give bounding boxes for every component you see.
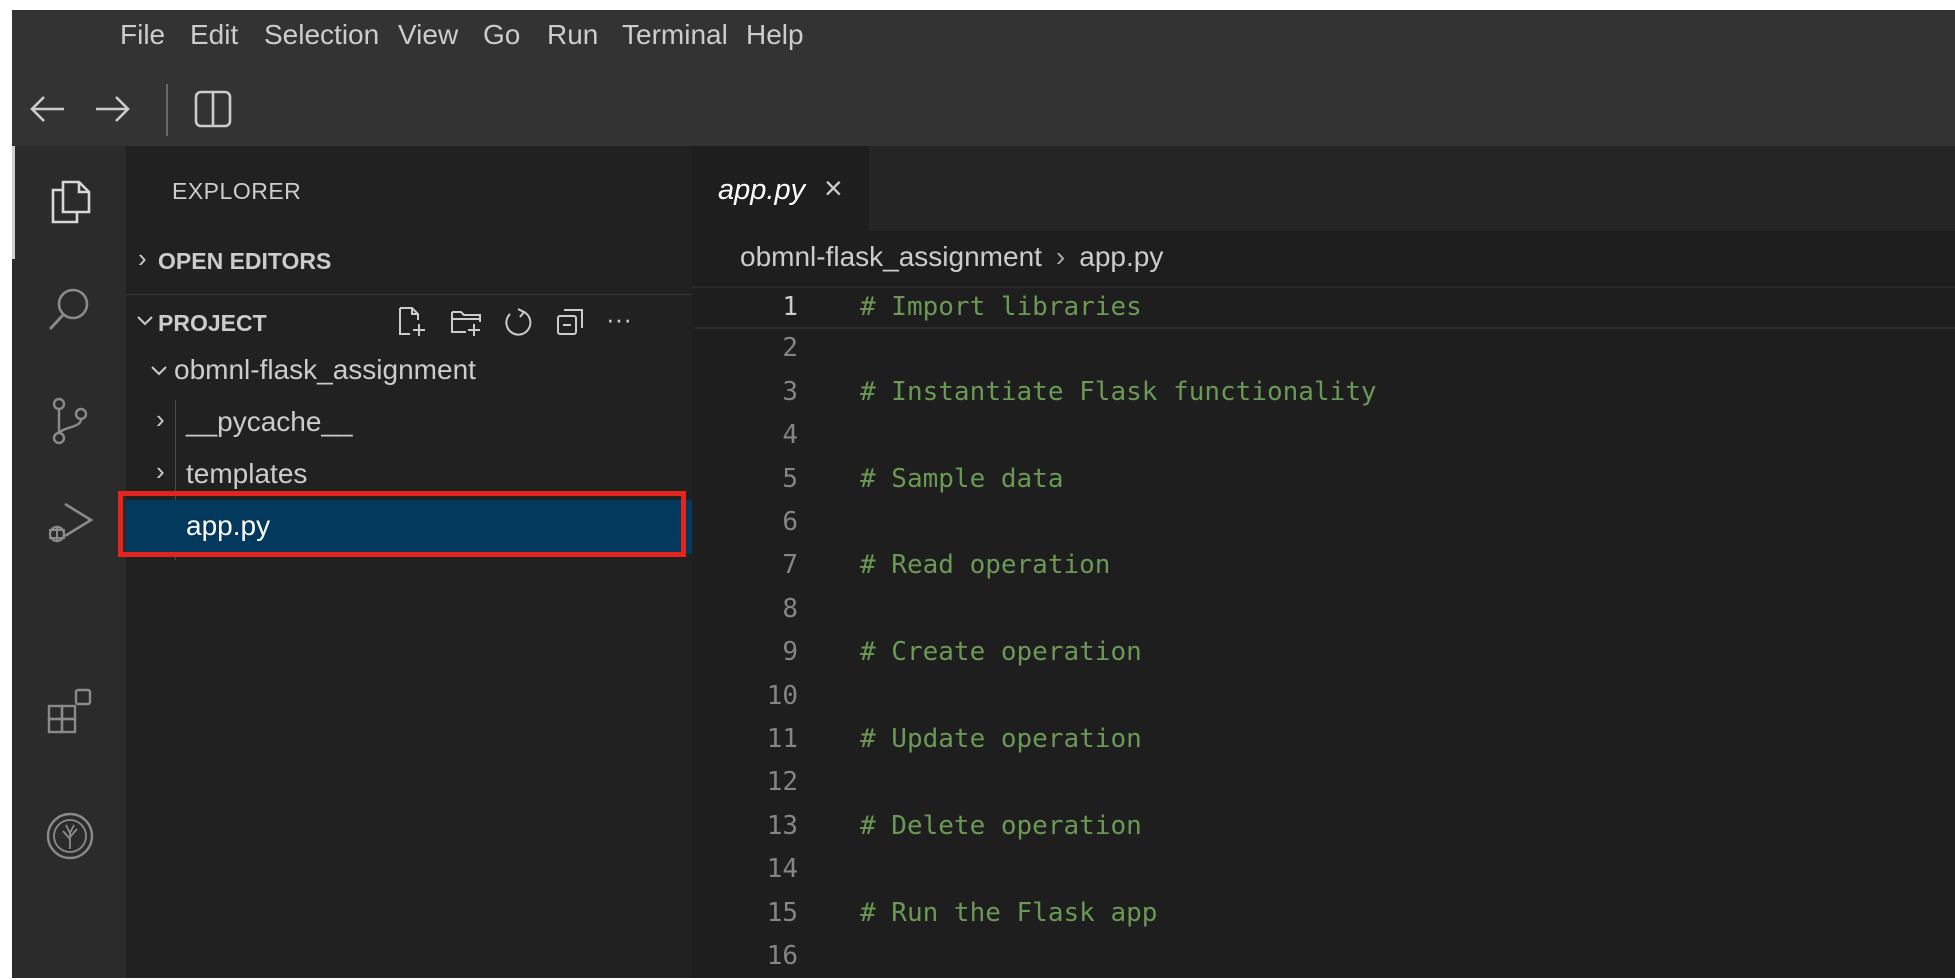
chevron-right-icon: › [138,243,147,273]
code-line[interactable]: 16 [692,937,1955,980]
chevron-right-icon: › [1055,241,1066,272]
menu-edit[interactable]: Edit [190,19,238,51]
tree-item-pycache[interactable]: › __pycache__ [126,396,692,448]
code-line[interactable]: 10 [692,677,1955,720]
line-number: 12 [766,767,798,798]
line-number: 14 [766,854,798,885]
code-line[interactable]: 5 # Sample data [692,460,1955,503]
project-section[interactable]: PROJECT ··· [126,300,692,346]
line-number: 5 [782,463,798,494]
code-line[interactable]: 2 [692,329,1955,372]
explorer-sidebar: EXPLORER › OPEN EDITORS PROJECT ··· obmn… [126,146,692,978]
annotation-highlight-box [118,491,686,557]
tree-logo-icon[interactable] [45,811,95,861]
split-editor-icon[interactable] [194,90,232,128]
code-comment: # Create operation [860,637,1142,668]
tab-label: app.py [718,174,806,206]
menu-bar: File Edit Selection View Go Run Terminal… [12,10,1955,56]
arrow-left-icon[interactable] [28,94,66,124]
line-number: 2 [782,333,798,364]
code-line[interactable]: 13 # Delete operation [692,807,1955,850]
code-comment: # Import libraries [860,292,1142,322]
line-number: 3 [782,376,798,407]
line-number: 4 [782,420,798,451]
breadcrumb-folder[interactable]: obmnl-flask_assignment [740,241,1042,272]
line-number: 7 [782,550,798,581]
active-view-indicator [12,146,15,259]
chevron-down-icon [151,366,167,376]
line-number: 1 [782,292,798,322]
code-line[interactable]: 6 [692,503,1955,546]
section-divider [126,294,692,295]
menu-help[interactable]: Help [746,19,804,51]
refresh-icon[interactable] [502,306,534,338]
open-editors-label: OPEN EDITORS [158,248,332,274]
project-label: PROJECT [158,310,267,336]
code-line[interactable]: 15 # Run the Flask app [692,894,1955,937]
chevron-right-icon: › [156,456,165,486]
code-line[interactable]: 8 [692,590,1955,633]
code-line[interactable]: 12 [692,763,1955,806]
more-icon[interactable]: ··· [606,304,632,335]
files-icon[interactable] [45,176,95,226]
new-file-icon[interactable] [396,306,428,338]
open-editors-section[interactable]: › OPEN EDITORS [126,238,692,284]
run-debug-icon[interactable] [45,496,95,546]
line-number: 11 [766,724,798,754]
tree-root-folder[interactable]: obmnl-flask_assignment [126,344,692,396]
menu-selection[interactable]: Selection [264,19,379,51]
breadcrumb: obmnl-flask_assignment › app.py [740,241,1163,273]
code-line[interactable]: 7 # Read operation [692,546,1955,589]
menu-view[interactable]: View [398,19,458,51]
nav-divider [166,84,168,136]
code-line[interactable]: 1 # Import libraries [692,286,1955,329]
chevron-right-icon: › [156,404,165,434]
chevron-down-icon [137,316,153,326]
new-folder-icon[interactable] [450,306,482,338]
collapse-all-icon[interactable] [554,306,586,338]
menu-go[interactable]: Go [483,19,520,51]
code-comment: # Update operation [860,724,1142,754]
code-comment: # Run the Flask app [860,897,1158,928]
search-icon[interactable] [45,284,95,334]
menu-run[interactable]: Run [547,19,598,51]
code-comment: # Delete operation [860,810,1142,841]
line-number: 6 [782,507,798,537]
line-number: 15 [766,897,798,928]
explorer-title: EXPLORER [172,178,302,204]
line-number: 13 [766,810,798,841]
code-line[interactable]: 3 # Instantiate Flask functionality [692,373,1955,416]
activity-bar [12,146,126,978]
tab-strip: app.py × [692,146,1955,231]
extensions-icon[interactable] [45,686,95,736]
code-comment: # Sample data [860,463,1064,494]
menu-terminal[interactable]: Terminal [622,19,728,51]
root-folder-label: obmnl-flask_assignment [174,354,476,385]
tree-item-label: templates [186,458,308,489]
close-icon[interactable]: × [824,170,843,207]
tree-item-label: __pycache__ [186,406,353,437]
line-number: 10 [766,680,798,711]
code-comment: # Read operation [860,550,1111,581]
line-number: 8 [782,593,798,624]
vscode-window: File Edit Selection View Go Run Terminal… [12,10,1955,978]
code-line[interactable]: 4 [692,416,1955,459]
arrow-right-icon[interactable] [94,94,132,124]
breadcrumb-file[interactable]: app.py [1079,241,1163,272]
menu-file[interactable]: File [120,19,165,51]
code-line[interactable]: 11 # Update operation [692,720,1955,763]
tab-app-py[interactable]: app.py × [692,146,869,231]
line-number: 9 [782,637,798,668]
code-comment: # Instantiate Flask functionality [860,376,1377,407]
line-number: 16 [766,941,798,971]
code-line[interactable]: 9 # Create operation [692,633,1955,676]
editor-area: app.py × obmnl-flask_assignment › app.py 1… [692,146,1955,978]
source-control-icon[interactable] [45,396,95,446]
title-navigation-bar [12,56,1955,156]
code-line[interactable]: 14 [692,850,1955,893]
